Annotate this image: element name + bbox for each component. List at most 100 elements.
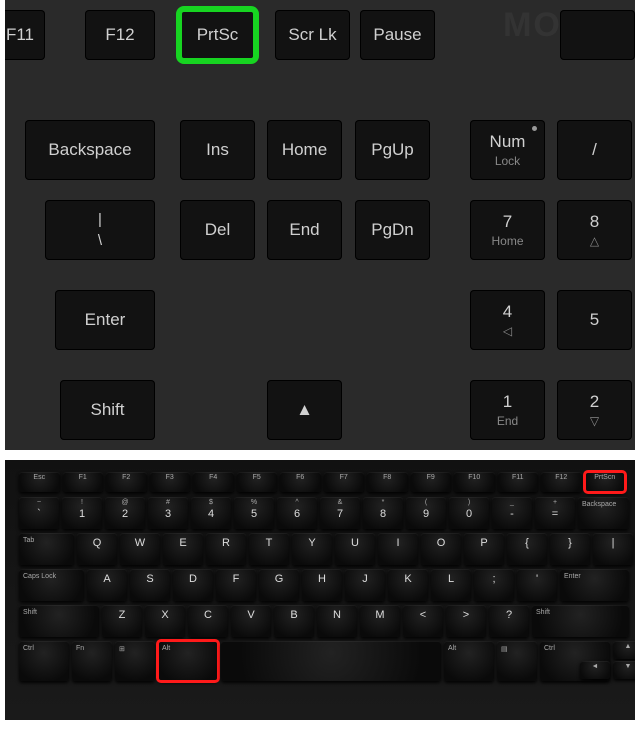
lkey--[interactable]: | bbox=[593, 533, 633, 565]
key--[interactable]: ▲ bbox=[267, 380, 342, 440]
key-del[interactable]: Del bbox=[180, 200, 255, 260]
lkey-shift[interactable]: Shift bbox=[532, 605, 629, 637]
lkey-h[interactable]: H bbox=[302, 569, 342, 601]
lkey-backspace[interactable]: Backspace bbox=[578, 497, 629, 529]
lkey--[interactable]: < bbox=[403, 605, 443, 637]
lkey-f9[interactable]: F9 bbox=[411, 472, 452, 492]
key-pause[interactable]: Pause bbox=[360, 10, 435, 60]
lkey-3[interactable]: #3 bbox=[148, 497, 188, 529]
lkey-7[interactable]: &7 bbox=[320, 497, 360, 529]
lkey-q[interactable]: Q bbox=[77, 533, 117, 565]
lkey-b[interactable]: B bbox=[274, 605, 314, 637]
lkey--[interactable]: ' bbox=[517, 569, 557, 601]
lkey-9[interactable]: (9 bbox=[406, 497, 446, 529]
key-ins[interactable]: Ins bbox=[180, 120, 255, 180]
lkey-esc[interactable]: Esc bbox=[19, 472, 60, 492]
key-pgdn[interactable]: PgDn bbox=[355, 200, 430, 260]
key-1[interactable]: 1End bbox=[470, 380, 545, 440]
lkey--[interactable]: += bbox=[535, 497, 575, 529]
lkey-enter[interactable]: Enter bbox=[560, 569, 629, 601]
lkey--[interactable]: ▤ bbox=[497, 641, 537, 681]
lkey-d[interactable]: D bbox=[173, 569, 213, 601]
lkey--[interactable]: ▼ bbox=[613, 661, 635, 679]
lkey--[interactable]: } bbox=[550, 533, 590, 565]
key-2[interactable]: 2▽ bbox=[557, 380, 632, 440]
lkey-ctrl[interactable]: Ctrl bbox=[19, 641, 69, 681]
key-backspace[interactable]: Backspace bbox=[25, 120, 155, 180]
lkey-f[interactable]: F bbox=[216, 569, 256, 601]
lkey-f11[interactable]: F11 bbox=[498, 472, 539, 492]
lkey-alt[interactable]: Alt bbox=[444, 641, 494, 681]
lkey--[interactable]: ? bbox=[489, 605, 529, 637]
lkey-4[interactable]: $4 bbox=[191, 497, 231, 529]
key-blank[interactable] bbox=[560, 10, 635, 60]
key-f11[interactable]: F11 bbox=[5, 10, 45, 60]
key-5[interactable]: 5 bbox=[557, 290, 632, 350]
key-prtsc[interactable]: PrtSc bbox=[180, 10, 255, 60]
lkey-f7[interactable]: F7 bbox=[324, 472, 365, 492]
lkey-alt[interactable]: Alt bbox=[158, 641, 218, 681]
key-scr-lk[interactable]: Scr Lk bbox=[275, 10, 350, 60]
lkey-v[interactable]: V bbox=[231, 605, 271, 637]
lkey-s[interactable]: S bbox=[130, 569, 170, 601]
lkey-j[interactable]: J bbox=[345, 569, 385, 601]
lkey-6[interactable]: ^6 bbox=[277, 497, 317, 529]
lkey-shift[interactable]: Shift bbox=[19, 605, 99, 637]
lkey-5[interactable]: %5 bbox=[234, 497, 274, 529]
key--[interactable]: / bbox=[557, 120, 632, 180]
key--[interactable]: |\ bbox=[45, 200, 155, 260]
lkey-l[interactable]: L bbox=[431, 569, 471, 601]
lkey--[interactable]: > bbox=[446, 605, 486, 637]
lkey-f6[interactable]: F6 bbox=[280, 472, 321, 492]
lkey--[interactable]: ▲ bbox=[613, 641, 635, 659]
lkey--[interactable]: ; bbox=[474, 569, 514, 601]
lkey--[interactable] bbox=[221, 641, 441, 681]
lkey-f1[interactable]: F1 bbox=[63, 472, 104, 492]
lkey-z[interactable]: Z bbox=[102, 605, 142, 637]
lkey-caps-lock[interactable]: Caps Lock bbox=[19, 569, 84, 601]
lkey-0[interactable]: )0 bbox=[449, 497, 489, 529]
lkey-y[interactable]: Y bbox=[292, 533, 332, 565]
key-enter[interactable]: Enter bbox=[55, 290, 155, 350]
key-7[interactable]: 7Home bbox=[470, 200, 545, 260]
lkey-f8[interactable]: F8 bbox=[367, 472, 408, 492]
lkey-t[interactable]: T bbox=[249, 533, 289, 565]
lkey-o[interactable]: O bbox=[421, 533, 461, 565]
key-shift[interactable]: Shift bbox=[60, 380, 155, 440]
lkey-f12[interactable]: F12 bbox=[541, 472, 582, 492]
lkey-r[interactable]: R bbox=[206, 533, 246, 565]
lkey-e[interactable]: E bbox=[163, 533, 203, 565]
lkey-g[interactable]: G bbox=[259, 569, 299, 601]
lkey--[interactable]: _- bbox=[492, 497, 532, 529]
lkey-u[interactable]: U bbox=[335, 533, 375, 565]
key-num[interactable]: NumLock bbox=[470, 120, 545, 180]
lkey-k[interactable]: K bbox=[388, 569, 428, 601]
key-4[interactable]: 4◁ bbox=[470, 290, 545, 350]
lkey-i[interactable]: I bbox=[378, 533, 418, 565]
key-8[interactable]: 8△ bbox=[557, 200, 632, 260]
lkey-prtscn[interactable]: PrtScn bbox=[585, 472, 626, 492]
lkey--[interactable]: ◄ bbox=[580, 661, 610, 679]
lkey--[interactable]: ~` bbox=[19, 497, 59, 529]
lkey-f10[interactable]: F10 bbox=[454, 472, 495, 492]
lkey-p[interactable]: P bbox=[464, 533, 504, 565]
lkey-f3[interactable]: F3 bbox=[150, 472, 191, 492]
lkey-fn[interactable]: Fn bbox=[72, 641, 112, 681]
key-end[interactable]: End bbox=[267, 200, 342, 260]
lkey-tab[interactable]: Tab bbox=[19, 533, 74, 565]
lkey-1[interactable]: !1 bbox=[62, 497, 102, 529]
lkey-w[interactable]: W bbox=[120, 533, 160, 565]
lkey-f2[interactable]: F2 bbox=[106, 472, 147, 492]
lkey-m[interactable]: M bbox=[360, 605, 400, 637]
key-pgup[interactable]: PgUp bbox=[355, 120, 430, 180]
lkey--[interactable]: ⊞ bbox=[115, 641, 155, 681]
key-f12[interactable]: F12 bbox=[85, 10, 155, 60]
lkey-f4[interactable]: F4 bbox=[193, 472, 234, 492]
lkey-a[interactable]: A bbox=[87, 569, 127, 601]
lkey-n[interactable]: N bbox=[317, 605, 357, 637]
lkey--[interactable]: { bbox=[507, 533, 547, 565]
lkey-x[interactable]: X bbox=[145, 605, 185, 637]
lkey-c[interactable]: C bbox=[188, 605, 228, 637]
lkey-f5[interactable]: F5 bbox=[237, 472, 278, 492]
lkey-8[interactable]: *8 bbox=[363, 497, 403, 529]
